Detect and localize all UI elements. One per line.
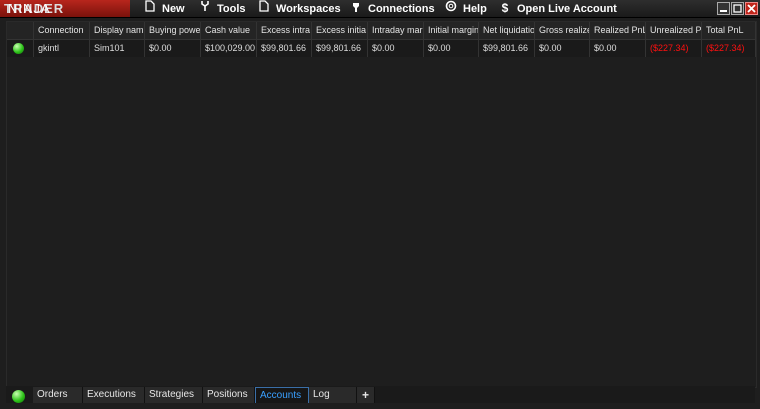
cell-net-liquidation: $99,801.66	[479, 40, 535, 57]
header-status[interactable]	[7, 22, 34, 39]
new-document-icon	[143, 0, 157, 18]
header-excess-intraday[interactable]: Excess intra	[257, 22, 312, 39]
workspace-icon	[257, 0, 271, 18]
cell-excess-initial: $99,801.66	[312, 40, 368, 57]
header-realized-pnl[interactable]: Realized PnL	[590, 22, 646, 39]
header-total-pnl[interactable]: Total PnL	[702, 22, 756, 39]
cell-connection: gkintl	[34, 40, 90, 57]
menu-tools-label: Tools	[217, 3, 246, 15]
cell-initial-margin: $0.00	[424, 40, 479, 57]
menu-bar: NINJA TRADER New Tools Workspaces Connect…	[0, 0, 760, 18]
header-buying-power[interactable]: Buying powe	[145, 22, 201, 39]
header-excess-initial[interactable]: Excess initia	[312, 22, 368, 39]
header-intraday-margin[interactable]: Intraday mar	[368, 22, 424, 39]
maximize-icon	[733, 4, 742, 13]
header-connection[interactable]: Connection	[34, 22, 90, 39]
cell-gross-realized: $0.00	[535, 40, 590, 57]
cell-cash-value: $100,029.00	[201, 40, 257, 57]
logo-text-ninja: NINJA	[8, 1, 51, 16]
minimize-icon	[720, 10, 727, 12]
tab-log[interactable]: Log	[309, 387, 357, 403]
dollar-icon: $	[501, 1, 509, 15]
menu-tools[interactable]: Tools	[198, 0, 246, 17]
cell-total-pnl: ($227.34)	[702, 40, 756, 57]
ninjatrader-logo: NINJA TRADER	[0, 0, 130, 17]
window-controls	[716, 2, 758, 15]
tab-accounts[interactable]: Accounts	[255, 387, 309, 403]
bottom-tab-bar: Orders Executions Strategies Positions A…	[6, 386, 755, 403]
cell-unrealized-pnl: ($227.34)	[646, 40, 702, 57]
maximize-button[interactable]	[731, 2, 744, 15]
add-tab-button[interactable]: +	[357, 387, 375, 403]
connected-status-icon	[13, 43, 24, 54]
minimize-button[interactable]	[717, 2, 730, 15]
lifebuoy-icon	[444, 0, 458, 18]
header-display-name[interactable]: Display nam	[90, 22, 145, 39]
header-gross-realized[interactable]: Gross realize	[535, 22, 590, 39]
tools-icon	[198, 0, 212, 18]
menu-open-live-account-label: Open Live Account	[517, 3, 617, 15]
menu-new-label: New	[162, 3, 185, 15]
connection-status-icon	[12, 390, 25, 403]
header-cash-value[interactable]: Cash value	[201, 22, 257, 39]
accounts-grid-panel: Connection Display nam Buying powe Cash …	[6, 21, 757, 388]
tab-positions[interactable]: Positions	[203, 387, 255, 403]
cell-realized-pnl: $0.00	[590, 40, 646, 57]
cell-excess-intraday: $99,801.66	[257, 40, 312, 57]
cell-buying-power: $0.00	[145, 40, 201, 57]
menu-workspaces-label: Workspaces	[276, 3, 341, 15]
close-button[interactable]	[745, 2, 758, 15]
menu-help-label: Help	[463, 3, 487, 15]
tab-executions[interactable]: Executions	[83, 387, 145, 403]
tab-orders[interactable]: Orders	[33, 387, 83, 403]
menu-workspaces[interactable]: Workspaces	[257, 0, 341, 17]
header-unrealized-pnl[interactable]: Unrealized P	[646, 22, 702, 39]
menu-connections[interactable]: Connections	[349, 0, 435, 17]
header-initial-margin[interactable]: Initial margin	[424, 22, 479, 39]
menu-help[interactable]: Help	[444, 0, 487, 17]
header-net-liquidation[interactable]: Net liquidatio	[479, 22, 535, 39]
plug-icon	[349, 0, 363, 18]
table-header: Connection Display nam Buying powe Cash …	[7, 22, 756, 40]
menu-connections-label: Connections	[368, 3, 435, 15]
table-row[interactable]: gkintl Sim101 $0.00 $100,029.00 $99,801.…	[7, 40, 756, 57]
menu-open-live-account[interactable]: $ Open Live Account	[498, 0, 617, 17]
cell-intraday-margin: $0.00	[368, 40, 424, 57]
cell-display-name: Sim101	[90, 40, 145, 57]
menu-new[interactable]: New	[143, 0, 185, 17]
status-cell	[7, 40, 34, 57]
tab-strategies[interactable]: Strategies	[145, 387, 203, 403]
close-icon	[747, 4, 756, 13]
